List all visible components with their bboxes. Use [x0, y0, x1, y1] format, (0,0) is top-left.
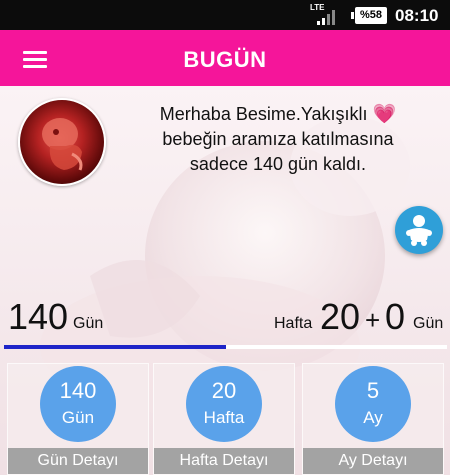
month-detail-card[interactable]: 5 Ay Ay Detayı: [302, 363, 444, 475]
greeting-line-3: sadece 140 gün kaldı.: [189, 154, 367, 174]
day-detail-card[interactable]: 140 Gün Gün Detayı: [7, 363, 149, 475]
week-count-circle: 20 Hafta: [186, 366, 262, 442]
baby-icon: [406, 215, 432, 246]
day-detail-button[interactable]: Gün Detayı: [8, 448, 148, 474]
clock: 08:10: [395, 6, 439, 25]
month-detail-button[interactable]: Ay Detayı: [303, 448, 443, 474]
week-value: 20: [320, 296, 361, 337]
greeting-line-2: bebeğin aramıza katılmasına: [162, 129, 394, 149]
week-detail-button[interactable]: Hafta Detayı: [154, 448, 294, 474]
week-detail-card[interactable]: 20 Hafta Hafta Detayı: [153, 363, 295, 475]
pregnancy-progress-bar: [4, 345, 447, 349]
card-value: 5: [366, 378, 380, 403]
day-count-circle: 140 Gün: [40, 366, 116, 442]
days-remaining-unit: Gün: [73, 315, 104, 332]
signal-icon: [317, 10, 335, 25]
day-value: 0: [385, 296, 406, 337]
card-unit: Hafta: [203, 408, 245, 427]
progress-fill: [4, 345, 226, 349]
page-title: BUGÜN: [183, 47, 267, 72]
battery-level: %58: [359, 9, 383, 21]
day-unit: Gün: [413, 315, 444, 332]
card-unit: Gün: [61, 408, 95, 427]
card-unit: Ay: [363, 408, 383, 427]
month-count-circle: 5 Ay: [335, 366, 411, 442]
greeting-line-1: Merhaba Besime.Yakışıklı: [159, 104, 368, 124]
status-bar: LTE %58 08:10: [0, 0, 450, 30]
baby-icon-button[interactable]: [395, 206, 443, 254]
card-value: 140: [59, 378, 97, 403]
heart-icon: 💗: [372, 104, 397, 125]
fetus-image: [18, 98, 106, 186]
today-screen: Merhaba Besime.Yakışıklı 💗 bebeğin aramı…: [0, 86, 450, 475]
greeting-message: Merhaba Besime.Yakışıklı 💗 bebeğin aramı…: [118, 102, 438, 177]
days-remaining-value: 140: [8, 296, 69, 337]
battery-icon: %58: [351, 7, 387, 24]
week-label: Hafta: [274, 315, 313, 332]
card-value: 20: [211, 378, 237, 403]
app-bar: BUGÜN: [0, 30, 450, 86]
plus-sign: +: [365, 305, 381, 335]
